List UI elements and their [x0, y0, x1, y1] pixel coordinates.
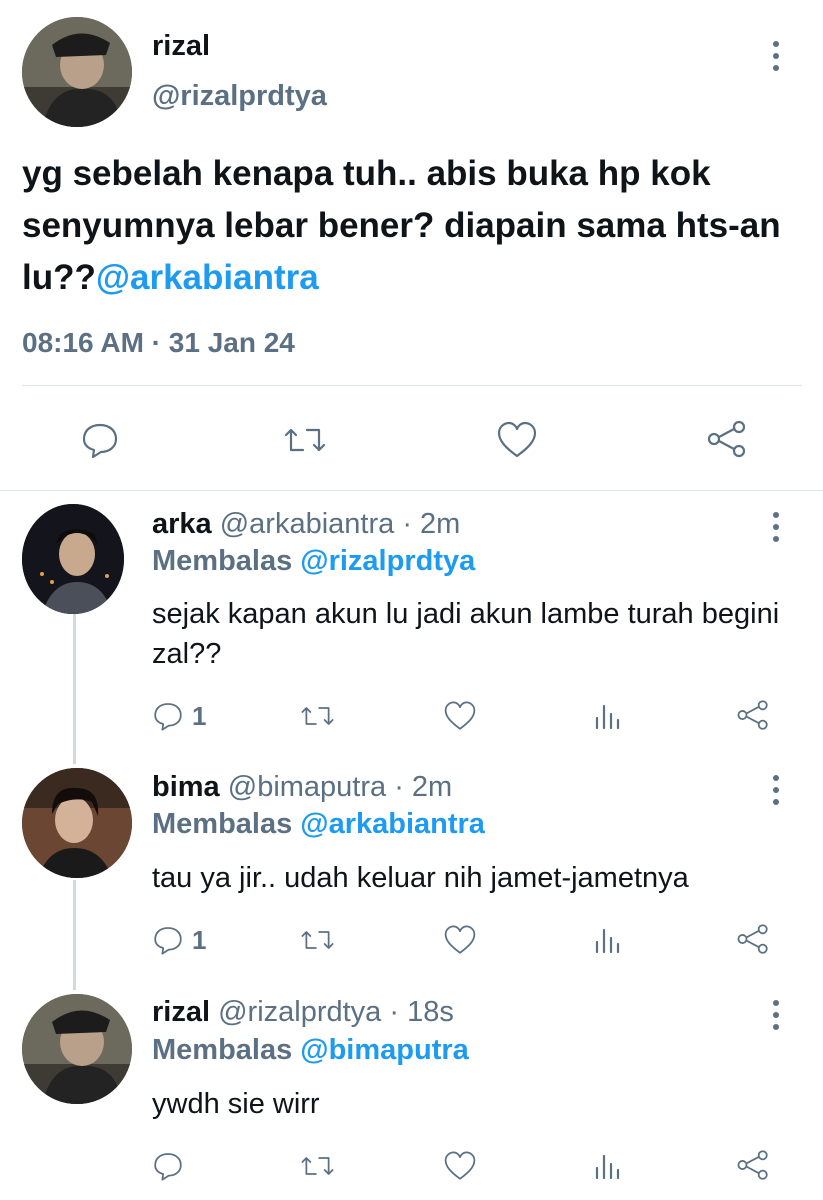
replying-to-handle[interactable]: @arkabiantra	[300, 808, 485, 840]
more-options-icon[interactable]	[773, 41, 779, 77]
more-options-icon[interactable]	[773, 775, 779, 811]
reply-author-name[interactable]: arka	[152, 508, 212, 540]
analytics-icon[interactable]	[594, 924, 622, 956]
replying-to: Membalas @arkabiantra	[152, 808, 485, 841]
more-options-icon[interactable]	[773, 1000, 779, 1036]
reply-icon[interactable]	[152, 924, 184, 956]
reply-avatar[interactable]	[22, 504, 124, 614]
retweet-icon[interactable]	[300, 1150, 335, 1182]
reply-author-handle[interactable]: @arkabiantra	[220, 508, 395, 540]
reply-time[interactable]: · 2m	[402, 508, 460, 540]
reply-avatar-image	[22, 994, 132, 1104]
thread-connector	[73, 614, 76, 764]
reply-time[interactable]: · 2m	[394, 771, 452, 803]
main-author-handle[interactable]: @rizalprdtya	[152, 80, 327, 113]
like-icon[interactable]	[496, 420, 538, 460]
reply-avatar-image	[22, 504, 124, 614]
divider	[0, 490, 823, 491]
reply-author-handle[interactable]: @bimaputra	[228, 771, 386, 803]
reply-header: arka @arkabiantra · 2m	[152, 508, 460, 541]
replying-to-label: Membalas	[152, 1034, 293, 1066]
main-tweet-mention[interactable]: @arkabiantra	[96, 258, 319, 297]
reply-header: rizal @rizalprdtya · 18s	[152, 996, 454, 1029]
divider	[22, 385, 802, 386]
main-tweet-timestamp[interactable]: 08:16 AM · 31 Jan 24	[22, 327, 295, 359]
reply-text: tau ya jir.. udah keluar nih jamet-jamet…	[152, 862, 689, 894]
reply-author-handle[interactable]: @rizalprdtya	[218, 996, 381, 1028]
main-author-name[interactable]: rizal	[152, 30, 210, 63]
thread-connector	[73, 880, 76, 990]
reply-avatar-image	[22, 768, 132, 878]
reply-text: ywdh sie wirr	[152, 1088, 320, 1120]
reply-header: bima @bimaputra · 2m	[152, 771, 452, 804]
replying-to-label: Membalas	[152, 808, 293, 840]
analytics-icon[interactable]	[594, 700, 622, 732]
replying-to-handle[interactable]: @bimaputra	[300, 1034, 468, 1066]
replying-to: Membalas @bimaputra	[152, 1034, 469, 1067]
like-icon[interactable]	[443, 700, 477, 732]
main-avatar-image	[22, 17, 132, 127]
more-options-icon[interactable]	[773, 512, 779, 548]
analytics-icon[interactable]	[594, 1150, 622, 1182]
replying-to-label: Membalas	[152, 545, 293, 577]
retweet-icon[interactable]	[300, 700, 335, 732]
main-avatar[interactable]	[22, 17, 132, 127]
like-icon[interactable]	[443, 1150, 477, 1182]
replying-to: Membalas @rizalprdtya	[152, 545, 475, 578]
reply-icon[interactable]	[152, 1150, 184, 1182]
like-icon[interactable]	[443, 924, 477, 956]
retweet-icon[interactable]	[300, 924, 335, 956]
share-icon[interactable]	[736, 1148, 770, 1182]
retweet-icon[interactable]	[283, 420, 327, 460]
reply-count: 1	[192, 701, 207, 731]
reply-author-name[interactable]: rizal	[152, 996, 210, 1028]
reply-text: sejak kapan akun lu jadi akun lambe tura…	[152, 598, 780, 670]
reply-time[interactable]: · 18s	[389, 996, 453, 1028]
reply-count: 1	[192, 925, 207, 955]
reply-avatar[interactable]	[22, 768, 132, 878]
replying-to-handle[interactable]: @rizalprdtya	[300, 545, 475, 577]
share-icon[interactable]	[736, 698, 770, 732]
reply-icon[interactable]	[80, 420, 120, 460]
share-icon[interactable]	[736, 922, 770, 956]
share-icon[interactable]	[706, 418, 748, 460]
reply-icon[interactable]	[152, 700, 184, 732]
reply-avatar[interactable]	[22, 994, 132, 1104]
main-tweet-text: yg sebelah kenapa tuh.. abis buka hp kok…	[22, 148, 812, 304]
reply-author-name[interactable]: bima	[152, 771, 220, 803]
